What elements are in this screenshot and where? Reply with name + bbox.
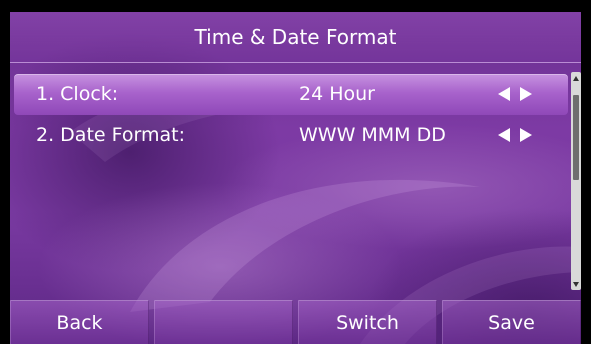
list-item-date-format[interactable]: 2. Date Format: WWW MMM DD (14, 115, 568, 156)
clock-arrows (498, 87, 532, 101)
clock-value: 24 Hour (299, 83, 375, 105)
empty-softkey[interactable] (154, 300, 293, 344)
arrow-left-icon[interactable] (498, 128, 510, 142)
arrow-left-icon[interactable] (498, 87, 510, 101)
scroll-down-icon[interactable] (571, 278, 581, 290)
list-item-clock[interactable]: 1. Clock: 24 Hour (14, 74, 568, 115)
scroll-thumb[interactable] (573, 95, 579, 180)
settings-list: 1. Clock: 24 Hour 2. Date Format: WWW MM… (14, 74, 568, 156)
arrow-right-icon[interactable] (520, 128, 532, 142)
switch-button[interactable]: Switch (298, 300, 437, 344)
clock-label: 1. Clock: (36, 83, 119, 105)
scrollbar[interactable] (571, 72, 581, 290)
phone-screen: Time & Date Format 1. Clock: 24 Hour 2. … (10, 12, 581, 344)
date-format-arrows (498, 128, 532, 142)
save-button[interactable]: Save (442, 300, 581, 344)
back-button[interactable]: Back (10, 300, 149, 344)
arrow-right-icon[interactable] (520, 87, 532, 101)
softkey-bar: Back Switch Save (10, 300, 581, 344)
screen-title: Time & Date Format (10, 12, 581, 63)
date-format-value: WWW MMM DD (299, 124, 446, 146)
scroll-up-icon[interactable] (571, 72, 581, 84)
date-format-label: 2. Date Format: (36, 124, 185, 146)
